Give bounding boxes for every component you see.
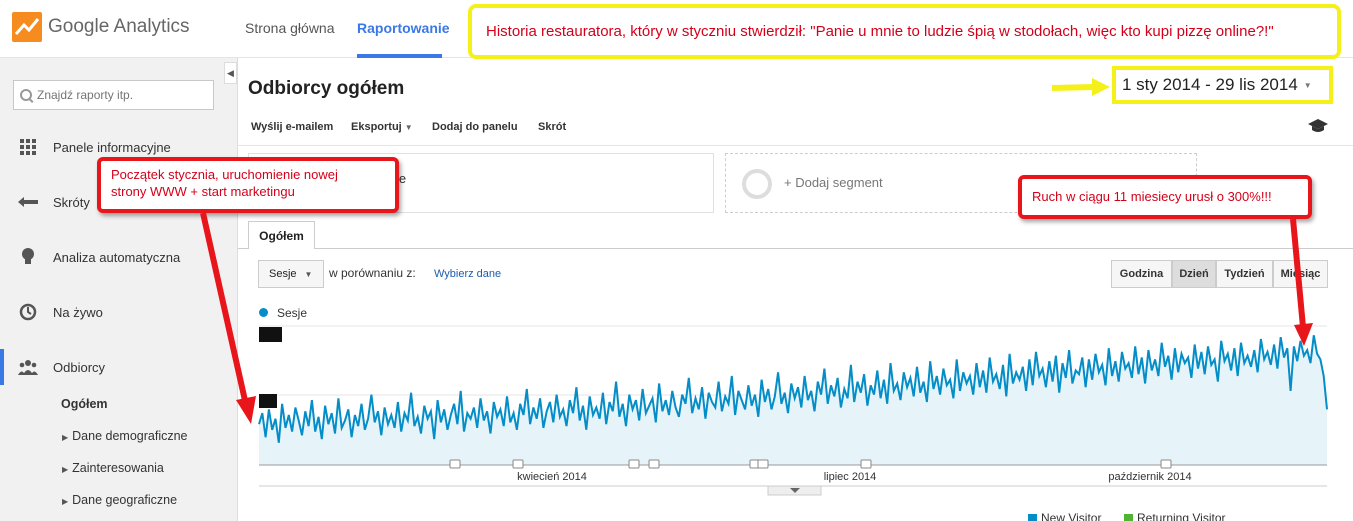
annotation-marker-icon <box>628 459 640 469</box>
series-area <box>259 335 1327 465</box>
redacted-y-label <box>259 327 282 342</box>
annotation-marker-icon <box>860 459 872 469</box>
redacted-y-label <box>259 394 277 408</box>
legend-new-visitor: New Visitor <box>1028 511 1101 521</box>
x-tick-label: październik 2014 <box>1108 471 1191 483</box>
annotation-growth: Ruch w ciągu 11 miesiecy urusł o 300%!!! <box>1018 175 1312 219</box>
sessions-line-chart: kwiecień 2014 lipiec 2014 październik 2014 <box>258 325 1328 496</box>
annotation-marker-icon <box>512 459 524 469</box>
annotation-top-story: Historia restauratora, który w styczniu … <box>468 4 1341 59</box>
legend-swatch <box>1124 513 1133 521</box>
legend-returning-visitor: Returning Visitor <box>1124 511 1226 521</box>
annotation-marker-icon <box>449 459 461 469</box>
x-tick-label: lipiec 2014 <box>824 471 877 483</box>
x-tick-label: kwiecień 2014 <box>517 471 587 483</box>
annotation-marker-icon <box>757 459 769 469</box>
legend-swatch <box>1028 513 1037 521</box>
annotation-start: Początek stycznia, uruchomienie nowej st… <box>97 157 399 213</box>
annotation-marker-icon <box>648 459 660 469</box>
annotation-marker-icon <box>1160 459 1172 469</box>
